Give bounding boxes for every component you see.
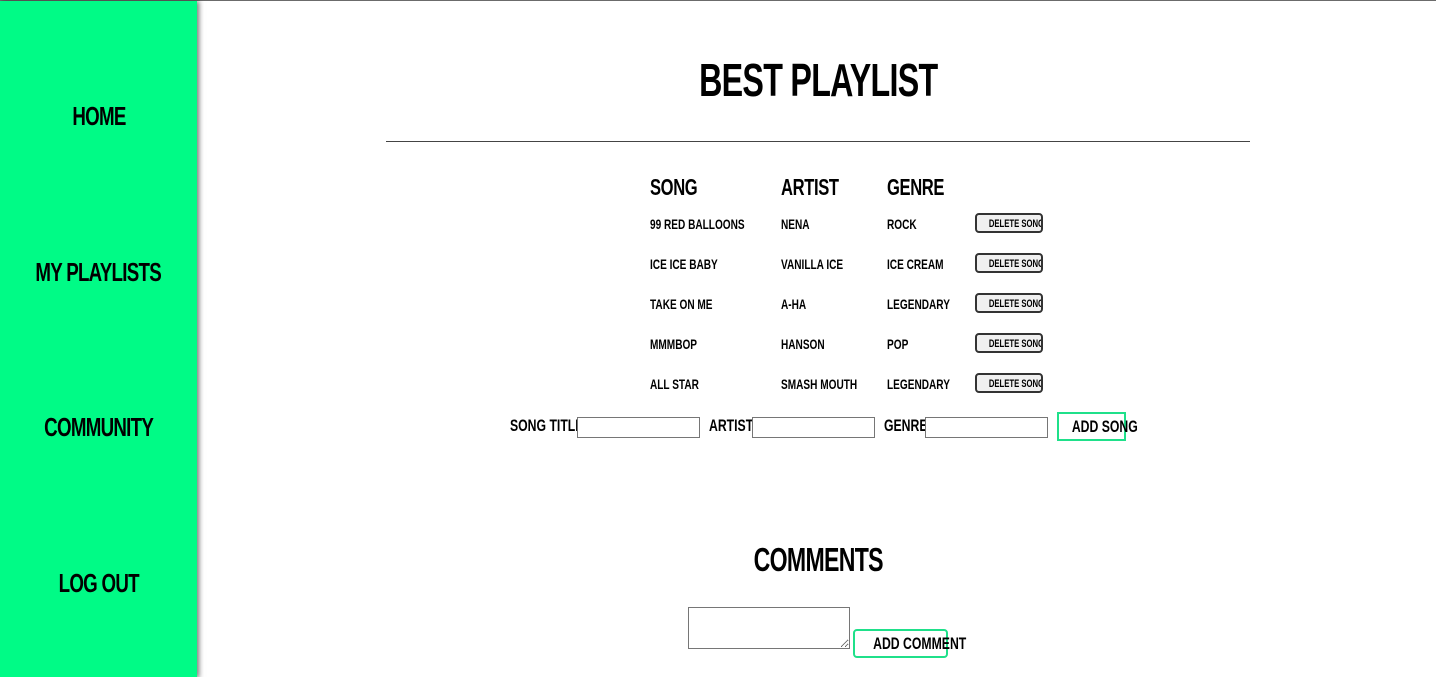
- sidebar-item-community[interactable]: COMMUNITY: [0, 412, 197, 443]
- delete-song-button[interactable]: DELETE SONG: [974, 332, 1043, 353]
- delete-song-button[interactable]: DELETE SONG: [974, 292, 1043, 313]
- song-cell: MMMBOP: [650, 336, 698, 352]
- artist-input[interactable]: [752, 417, 875, 438]
- artist-cell: VANILLA ICE: [781, 256, 844, 272]
- add-comment-button[interactable]: ADD COMMENT: [853, 629, 966, 658]
- artist-cell: SMASH MOUTH: [781, 376, 858, 392]
- genre-cell: ROCK: [887, 216, 917, 232]
- table-header-row: SONG ARTIST GENRE: [646, 169, 1043, 205]
- sidebar-item-log-out[interactable]: LOG OUT: [0, 568, 197, 599]
- sidebar-item-label: LOG OUT: [58, 568, 139, 598]
- sidebar-item-label: COMMUNITY: [44, 412, 154, 442]
- song-title-input[interactable]: [577, 417, 700, 438]
- delete-song-button[interactable]: DELETE SONG: [974, 212, 1043, 233]
- table-row: ALL STAR SMASH MOUTH LEGENDARY DELETE SO…: [646, 365, 1043, 405]
- table-row: TAKE ON ME A-HA LEGENDARY DELETE SONG: [646, 285, 1043, 325]
- artist-cell: NENA: [781, 216, 811, 232]
- song-cell: ALL STAR: [650, 376, 699, 392]
- table-row: MMMBOP HANSON POP DELETE SONG: [646, 325, 1043, 365]
- table-row: 99 RED BALLOONS NENA ROCK DELETE SONG: [646, 205, 1043, 245]
- genre-input[interactable]: [925, 417, 1048, 438]
- sidebar-item-my-playlists[interactable]: MY PLAYLISTS: [0, 257, 197, 288]
- sidebar-item-label: HOME: [71, 101, 126, 131]
- table-row: ICE ICE BABY VANILLA ICE ICE CREAM DELET…: [646, 245, 1043, 285]
- song-cell: ICE ICE BABY: [650, 256, 718, 272]
- delete-song-button[interactable]: DELETE SONG: [974, 372, 1043, 393]
- artist-cell: HANSON: [781, 336, 826, 352]
- sidebar: HOME MY PLAYLISTS COMMUNITY LOG OUT: [0, 1, 197, 677]
- songs-table: SONG ARTIST GENRE 99 RED BALLOONS NENA R…: [646, 169, 1043, 405]
- delete-song-button[interactable]: DELETE SONG: [974, 252, 1043, 273]
- add-song-button[interactable]: ADD SONG: [1057, 412, 1138, 441]
- column-header-genre: GENRE: [887, 173, 945, 200]
- song-cell: 99 RED BALLOONS: [650, 216, 745, 232]
- artist-cell: A-HA: [781, 296, 807, 312]
- comment-textarea[interactable]: [688, 607, 850, 649]
- sidebar-item-home[interactable]: HOME: [0, 101, 197, 132]
- column-header-song: SONG: [650, 173, 698, 200]
- sidebar-item-label: MY PLAYLISTS: [35, 257, 162, 287]
- genre-cell: LEGENDARY: [887, 296, 951, 312]
- title-divider: [386, 141, 1250, 142]
- song-cell: TAKE ON ME: [650, 296, 713, 312]
- genre-cell: LEGENDARY: [887, 376, 951, 392]
- genre-cell: ICE CREAM: [887, 256, 944, 272]
- genre-cell: POP: [887, 336, 909, 352]
- comments-heading: COMMENTS: [753, 541, 883, 578]
- column-header-artist: ARTIST: [781, 173, 840, 200]
- page-title-text: BEST PLAYLIST: [698, 54, 938, 106]
- column-header-actions: [975, 169, 1043, 205]
- page-title: BEST PLAYLIST: [560, 53, 1076, 107]
